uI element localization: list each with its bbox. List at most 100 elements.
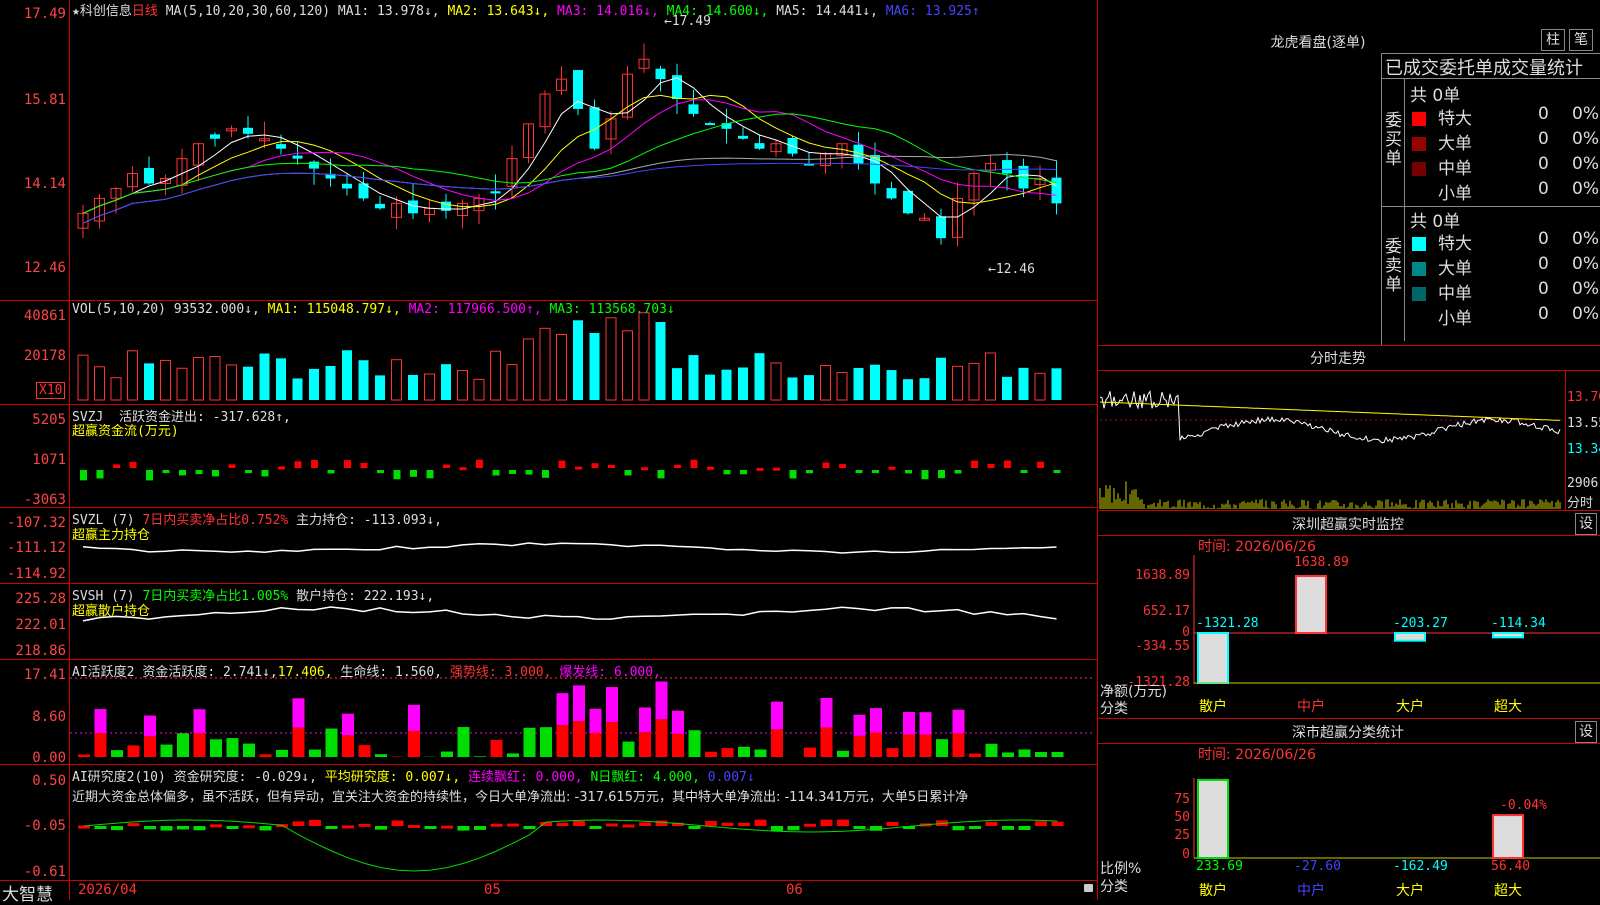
candle-down	[210, 134, 220, 138]
research-bar	[177, 826, 189, 829]
lock-icon[interactable]	[1084, 884, 1093, 892]
fund-bar	[163, 470, 170, 473]
classify-value-label: -27.60	[1294, 859, 1341, 874]
research-bar	[573, 821, 585, 826]
classify-bar	[1493, 815, 1523, 858]
fund-bar	[658, 470, 665, 478]
fund-bar	[922, 470, 929, 479]
active-bar	[722, 748, 734, 757]
research-bar	[210, 824, 222, 827]
research-bar	[854, 826, 866, 829]
vol-bar-up	[639, 313, 649, 400]
vol-bar-up	[474, 379, 484, 400]
vol-bar-down	[804, 375, 814, 400]
vol-bar-up	[177, 368, 187, 400]
kline-chart[interactable]	[0, 0, 1098, 900]
active-bar	[491, 740, 503, 757]
vol-bar-down	[920, 378, 930, 400]
fund-bar	[938, 470, 945, 478]
active-bar	[821, 727, 833, 757]
active-bar-top	[95, 709, 107, 733]
classify-value-label: 233.69	[1196, 859, 1243, 874]
vol-bar-up	[507, 365, 517, 400]
active-bar	[804, 748, 816, 757]
vol-bar-up	[194, 357, 204, 400]
vol-bar-up	[821, 365, 831, 400]
candle-down	[375, 204, 385, 208]
active-bar	[309, 750, 321, 757]
vol-bar-down	[854, 368, 864, 400]
ai-research-comment: 近期大资金总体偏多，虽不活跃，但有异动，宜关注大资金的持续性，今日大单净流出: …	[72, 786, 1094, 805]
research-bar	[1035, 821, 1047, 826]
active-bar	[903, 734, 915, 757]
vol-bar-down	[144, 363, 154, 400]
research-bar	[392, 820, 404, 826]
ai-active-y-tick: 0.00	[0, 750, 66, 766]
candle-down	[243, 128, 253, 134]
research-bar	[755, 820, 767, 826]
svzj-y-tick: 1071	[0, 452, 66, 468]
vol-bar-down	[656, 322, 666, 400]
active-bar	[210, 739, 222, 757]
fund-bar	[130, 462, 137, 468]
candle-down	[144, 168, 154, 184]
research-bar	[722, 823, 734, 826]
vol-bar-down	[260, 354, 270, 400]
active-bar	[507, 753, 519, 757]
month-label-06: 06	[786, 882, 803, 898]
ai-research-title: AI研究度2(10) 资金研究度: -0.029↓, 平均研究度: 0.007↓…	[72, 766, 755, 785]
ai-research-y-tick: -0.05	[0, 818, 66, 834]
vol-bar-down	[738, 367, 748, 400]
fund-bar	[80, 470, 87, 480]
fund-bar	[196, 470, 203, 474]
research-bar	[606, 824, 618, 827]
fund-bar	[113, 464, 120, 468]
research-bar	[408, 825, 420, 828]
active-bar	[342, 735, 354, 757]
classify-value-label: 56.40	[1491, 859, 1530, 874]
vol-bar-down	[408, 375, 418, 400]
research-bar	[128, 823, 140, 826]
vol-bar-up	[969, 363, 979, 400]
vol-bar-up	[491, 351, 501, 400]
active-bar	[441, 752, 453, 757]
left-chart-area[interactable]: ★科创信息日线 MA(5,10,20,30,60,120) MA1: 13.97…	[0, 0, 1098, 900]
candle-down	[590, 107, 600, 148]
vol-bar-down	[722, 370, 732, 400]
active-bar	[705, 752, 717, 757]
fund-bar	[311, 460, 318, 468]
research-bar	[837, 820, 849, 826]
research-bar	[342, 825, 354, 828]
vol-bar-up	[425, 374, 435, 400]
research-bar	[887, 822, 899, 826]
vol-bar-up	[606, 318, 616, 400]
candle-down	[689, 104, 699, 114]
vol-bar-down	[590, 333, 600, 400]
active-bar	[953, 733, 965, 757]
svsh-y-tick: 222.01	[0, 617, 66, 633]
research-bar	[375, 826, 387, 830]
active-bar	[78, 754, 90, 757]
vol-bar-up	[227, 365, 237, 400]
vol-bar-up	[540, 328, 550, 400]
vol-bar-down	[903, 379, 913, 400]
research-bar	[425, 826, 437, 829]
active-bar-top	[144, 716, 156, 737]
active-bar	[986, 744, 998, 757]
active-bar	[458, 727, 470, 757]
active-bar	[573, 721, 585, 757]
active-bar-top	[656, 681, 668, 719]
fund-bar	[806, 470, 813, 473]
vol-bar-down	[1019, 368, 1029, 400]
classify-category-label: 散户	[1199, 880, 1227, 900]
active-bar	[293, 728, 305, 757]
research-bar	[359, 824, 371, 827]
svzj-y-tick: 5205	[0, 412, 66, 428]
fund-bar	[1037, 462, 1044, 468]
research-bar	[821, 820, 833, 826]
candle-down	[276, 144, 286, 149]
vol-bar-down	[870, 365, 880, 400]
ai-active-y-tick: 17.41	[0, 667, 66, 683]
active-bar-top	[408, 705, 420, 731]
research-bar	[953, 826, 965, 830]
